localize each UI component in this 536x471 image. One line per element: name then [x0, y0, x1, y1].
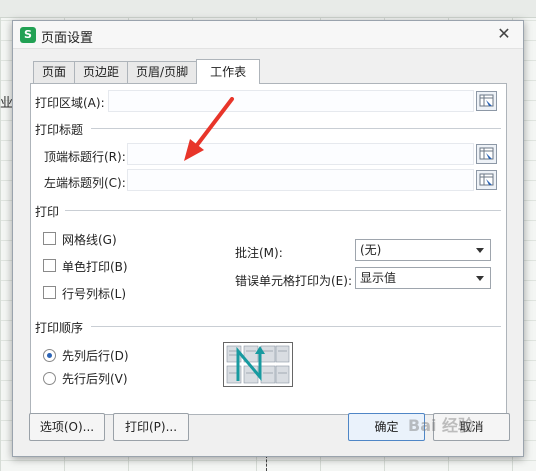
section-divider	[65, 210, 501, 211]
spreadsheet-top-bar	[0, 0, 536, 18]
comments-label: 批注(M):	[235, 246, 283, 260]
watermark: Bai 经验	[408, 416, 475, 435]
chevron-down-icon	[476, 248, 484, 253]
comments-select-value: (无)	[360, 243, 382, 257]
print-order-preview-icon	[223, 342, 293, 387]
tab-header-footer[interactable]: 页眉/页脚	[127, 61, 198, 84]
wps-sheets-icon: S	[20, 27, 36, 43]
top-rows-label: 顶端标题行(R):	[44, 150, 126, 164]
mono-print-checkbox[interactable]	[43, 259, 56, 272]
range-select-icon	[479, 94, 494, 107]
dialog-titlebar: S 页面设置 ✕	[13, 21, 523, 49]
section-divider	[91, 326, 501, 327]
annotation-arrow-icon	[184, 97, 234, 161]
over-then-down-label: 先行后列(V)	[62, 372, 128, 386]
print-area-range-picker[interactable]	[476, 91, 497, 111]
close-button[interactable]: ✕	[493, 24, 515, 44]
page-break-line	[266, 455, 267, 471]
options-button[interactable]: 选项(O)...	[29, 413, 105, 441]
tab-bar: 页面 页边距 页眉/页脚 工作表	[33, 59, 261, 84]
range-select-icon	[479, 173, 494, 186]
section-divider	[91, 128, 501, 129]
top-rows-range-picker[interactable]	[476, 144, 497, 164]
row-col-headings-checkbox[interactable]	[43, 286, 56, 299]
tab-sheet[interactable]: 工作表	[196, 59, 261, 84]
tab-page[interactable]: 页面	[33, 61, 76, 84]
print-order-section: 打印顺序	[35, 321, 84, 335]
tab-margins[interactable]: 页边距	[74, 61, 129, 84]
row-col-headings-label: 行号列标(L)	[62, 287, 127, 301]
chevron-down-icon	[476, 276, 484, 281]
down-then-over-radio[interactable]	[43, 349, 56, 362]
cell-errors-label: 错误单元格打印为(E):	[235, 274, 352, 288]
print-area-label: 打印区域(A):	[35, 96, 105, 110]
page-setup-dialog: S 页面设置 ✕ 页面 页边距 页眉/页脚 工作表 打印区域(A): 打印标题 …	[12, 20, 524, 457]
down-then-over-label: 先列后行(D)	[62, 349, 129, 363]
page-order-diagram-icon	[226, 345, 290, 384]
over-then-down-radio[interactable]	[43, 372, 56, 385]
gridlines-label: 网格线(G)	[62, 233, 117, 247]
print-section: 打印	[35, 205, 60, 219]
cell-errors-select[interactable]: 显示值	[355, 267, 491, 289]
range-select-icon	[479, 147, 494, 160]
cell-errors-select-value: 显示值	[360, 271, 397, 285]
print-area-input[interactable]	[108, 90, 474, 112]
left-cols-label: 左端标题列(C):	[44, 176, 126, 190]
gridlines-checkbox[interactable]	[43, 232, 56, 245]
mono-print-label: 单色打印(B)	[62, 260, 128, 274]
print-titles-section: 打印标题	[35, 123, 84, 137]
left-cols-range-picker[interactable]	[476, 170, 497, 190]
left-cols-input[interactable]	[127, 169, 474, 191]
print-button[interactable]: 打印(P)...	[113, 413, 189, 441]
comments-select[interactable]: (无)	[355, 239, 491, 261]
dialog-title: 页面设置	[41, 31, 94, 46]
